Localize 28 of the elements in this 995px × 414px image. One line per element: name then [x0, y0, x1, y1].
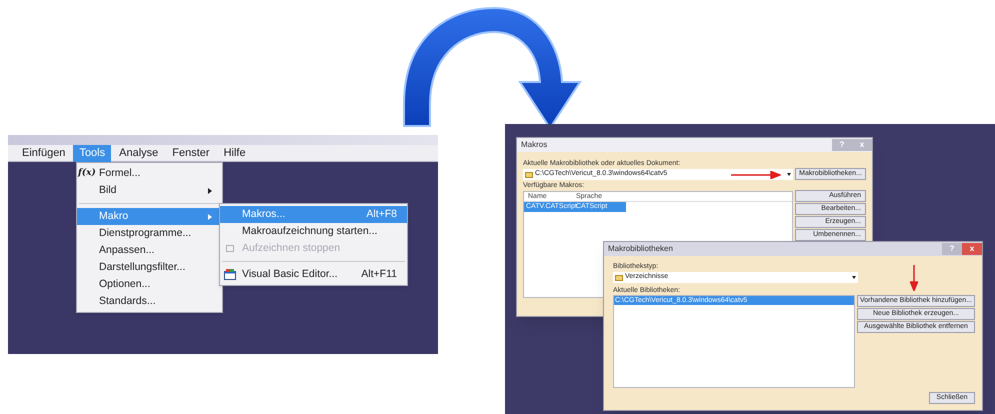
menu-item[interactable]: Bild [77, 182, 222, 199]
menu-item[interactable]: Optionen... [77, 276, 222, 293]
arrow-icon [910, 265, 918, 291]
menu-item[interactable]: Standards... [77, 293, 222, 310]
menu-item[interactable]: Darstellungsfilter... [77, 259, 222, 276]
folder-icon [525, 172, 533, 178]
menu-item[interactable]: Dienstprogramme... [77, 225, 222, 242]
close-button[interactable]: x [962, 243, 982, 255]
dialog-title: Makrobibliotheken [608, 243, 673, 255]
menu-item[interactable]: Analyse [113, 144, 164, 162]
arrow-icon [731, 171, 781, 179]
menu-item[interactable]: Anpassen... [77, 242, 222, 259]
menu-item[interactable]: Visual Basic Editor... Alt+F11 [220, 266, 407, 283]
menu-item[interactable]: Einfügen [16, 144, 72, 162]
submenu-arrow-icon [208, 214, 212, 220]
checkbox-icon [226, 245, 234, 252]
menu-item[interactable]: Makroaufzeichnung starten... [220, 223, 407, 240]
dialog-title: Makros [521, 139, 548, 151]
dropdown-arrow-icon [852, 276, 856, 279]
menu-item[interactable]: f(x) Formel... [77, 165, 222, 182]
submenu-arrow-icon [208, 188, 212, 194]
menu-item[interactable]: Hilfe [218, 144, 252, 162]
menu-item: Aufzeichnen stoppen [220, 240, 407, 257]
folder-icon [615, 274, 623, 280]
menu-item[interactable]: Fenster [166, 144, 216, 162]
dropdown-arrow-icon [787, 173, 791, 176]
function-icon: f(x) [78, 166, 96, 180]
editor-window-icon [224, 269, 236, 280]
